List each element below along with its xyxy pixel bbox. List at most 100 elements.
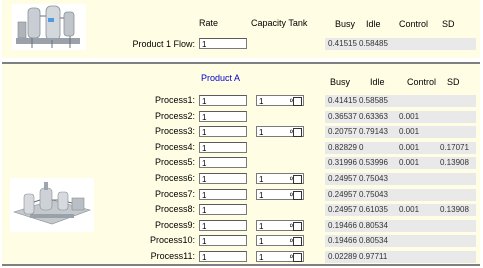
process-control-value: 0.001 (399, 157, 420, 170)
process-rate-input[interactable]: 1 (199, 95, 247, 106)
tank-value: 1 (259, 253, 264, 262)
process-stats: 0.24957 0.75043 (325, 173, 476, 185)
tank-value: 1 (259, 175, 264, 184)
process-control-value: 0.001 (399, 126, 420, 139)
process-rate-input[interactable]: 1 (199, 219, 247, 231)
process-busy-value: 0.19466 (328, 235, 357, 248)
idle-header: Idle (370, 77, 385, 87)
process-stats: 0.41415 0.58585 (325, 95, 476, 107)
process-idle-value: 0.58585 (359, 95, 388, 107)
process-rate-input[interactable]: 1 (199, 204, 247, 216)
process-rate-input[interactable]: 1 (199, 157, 247, 169)
process-capacity-tank-input[interactable]: 1∞ (256, 251, 304, 262)
process-row: Process2: 1 0.36537 0.63363 0.001 (2, 110, 480, 124)
process-control-value: 0.001 (399, 110, 420, 123)
process-label: Process3: (154, 126, 195, 137)
process-sd-value: 0.13908 (440, 157, 469, 170)
process-busy-value: 0.20757 (328, 126, 357, 139)
infinite-capacity-checkbox[interactable] (293, 190, 302, 200)
infinite-capacity-checkbox[interactable] (293, 97, 302, 106)
process-row: Process11:11∞0.022890.97711 (2, 250, 480, 264)
tank-value: 1 (259, 97, 264, 106)
process-capacity-tank-input[interactable]: 1∞ (256, 219, 304, 231)
process-idle-value: 0.80534 (359, 235, 388, 248)
process-sd-value: 0.17071 (440, 141, 469, 154)
infinite-capacity-checkbox[interactable] (293, 128, 302, 138)
process-idle-value: 0.75043 (359, 173, 388, 185)
process-capacity-tank-input[interactable]: 1∞ (256, 173, 304, 184)
process-row: Process3:11∞0.207570.791430.001 (2, 125, 480, 139)
idle-header: Idle (366, 19, 381, 29)
infinite-capacity-checkbox[interactable] (293, 175, 302, 184)
product-flow-input[interactable]: 1 (199, 38, 247, 49)
process-stats: 0.19466 0.80534 (325, 235, 476, 248)
process-busy-value: 0.24957 (328, 173, 357, 185)
process-busy-value: 0.41415 (328, 95, 357, 107)
process-panel: Product A Busy Idle Control SD Process1:… (2, 64, 480, 264)
bottom-divider (2, 264, 480, 266)
process-idle-value: 0.75043 (359, 188, 388, 201)
process-idle-value: 0.53996 (359, 157, 388, 170)
process-rate-input[interactable]: 1 (199, 188, 247, 200)
sd-header: SD (447, 77, 460, 87)
infinite-capacity-checkbox[interactable] (293, 221, 302, 231)
process-idle-value: 0 (359, 141, 364, 154)
process-capacity-tank-input[interactable]: 1∞ (256, 235, 304, 247)
process-stats: 0.24957 0.61035 0.001 0.13908 (325, 204, 476, 217)
process-capacity-tank-input[interactable]: 1∞ (256, 188, 304, 200)
process-label: Process9: (154, 219, 195, 230)
process-rate-input[interactable]: 1 (199, 235, 247, 247)
tank-value: 1 (259, 237, 264, 247)
process-stats: 0.19466 0.80534 (325, 219, 476, 232)
process-row: Process1:11∞0.414150.58585 (2, 94, 480, 108)
tank-value: 1 (259, 190, 264, 200)
process-busy-value: 0.19466 (328, 219, 357, 232)
product-flow-label: Product 1 Flow: (132, 39, 195, 49)
product-title: Product A (201, 73, 241, 83)
process-label: Process1: (154, 95, 195, 105)
process-busy-value: 0.24957 (328, 188, 357, 201)
sd-header: SD (442, 19, 455, 29)
infinite-capacity-checkbox[interactable] (293, 237, 302, 247)
process-busy-value: 0.31996 (328, 157, 357, 170)
busy-header: Busy (330, 77, 351, 87)
flow-busy-value: 0.41515 (328, 38, 357, 50)
processing-machine-image (12, 4, 86, 50)
process-capacity-tank-input[interactable]: 1∞ (256, 95, 304, 106)
process-rate-input[interactable]: 1 (199, 141, 247, 153)
process-stats: 0.36537 0.63363 0.001 (325, 110, 476, 123)
process-rate-input[interactable]: 1 (199, 110, 247, 122)
process-stats: 0.02289 0.97711 (325, 251, 476, 263)
infinite-capacity-checkbox[interactable] (293, 253, 302, 262)
process-stats: 0.31996 0.53996 0.001 0.13908 (325, 157, 476, 170)
process-rate-input[interactable]: 1 (199, 126, 247, 138)
process-label: Process4: (154, 141, 195, 152)
process-row: Process5: 1 0.31996 0.53996 0.001 0.13908 (2, 156, 480, 170)
process-idle-value: 0.63363 (359, 110, 388, 123)
process-control-value: 0.001 (399, 141, 420, 154)
control-header: Control (399, 19, 429, 29)
process-busy-value: 0.82829 (328, 141, 357, 154)
busy-header: Busy (335, 19, 356, 29)
capacity-tank-header: Capacity Tank (251, 18, 308, 28)
process-row: Process6:11∞0.249570.75043 (2, 172, 480, 186)
rate-header: Rate (199, 18, 219, 28)
process-label: Process2: (154, 110, 195, 121)
process-label: Process7: (154, 188, 195, 199)
process-busy-value: 0.24957 (328, 204, 357, 217)
process-rate-input[interactable]: 1 (199, 251, 247, 262)
process-busy-value: 0.36537 (328, 110, 357, 123)
product-flow-panel: Rate Capacity Tank Busy Idle Control SD … (2, 0, 480, 58)
process-label: Process10: (149, 235, 195, 246)
process-rate-input[interactable]: 1 (199, 173, 247, 184)
process-capacity-tank-input[interactable]: 1∞ (256, 126, 304, 138)
process-busy-value: 0.02289 (328, 251, 357, 263)
process-stats: 0.24957 0.75043 (325, 188, 476, 201)
process-label: Process5: (154, 157, 195, 168)
process-row: Process8: 1 0.24957 0.61035 0.001 0.13908 (2, 203, 480, 217)
flow-stats-row: 0.41515 0.58485 (325, 38, 476, 50)
process-row: Process7:11∞0.249570.75043 (2, 188, 480, 202)
process-stats: 0.82829 0 0.001 0.17071 (325, 141, 476, 154)
process-idle-value: 0.97711 (359, 251, 388, 263)
process-control-value: 0.001 (399, 204, 420, 217)
